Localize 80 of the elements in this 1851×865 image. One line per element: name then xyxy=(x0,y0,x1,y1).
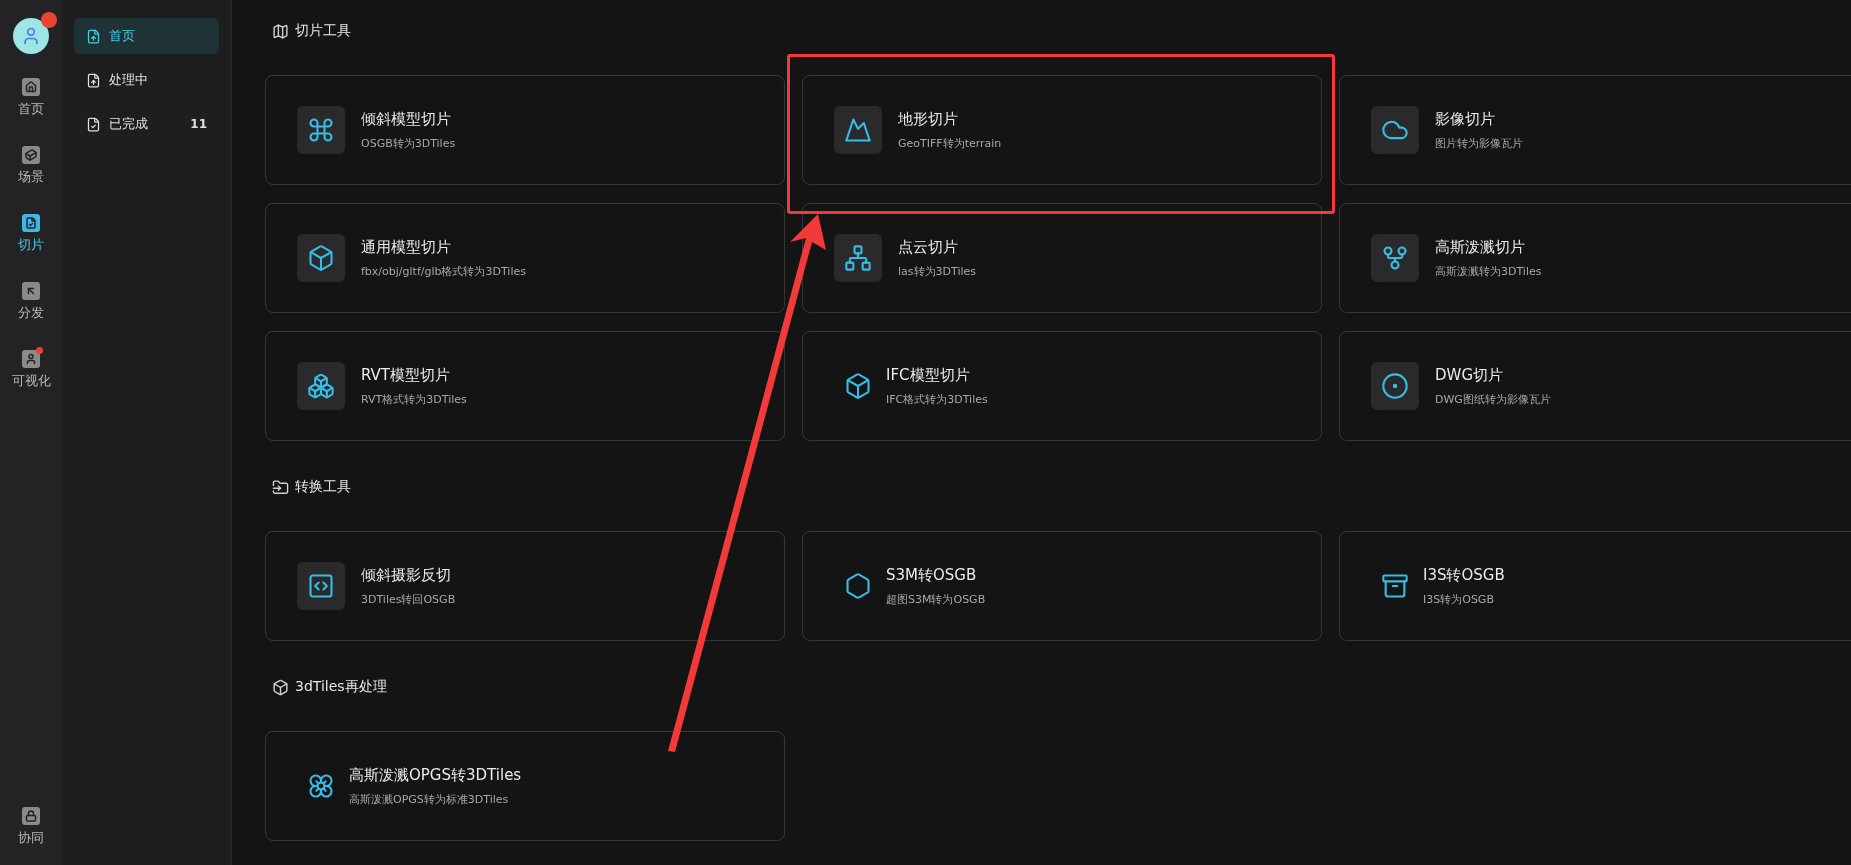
mountain-icon xyxy=(844,116,872,144)
card-title: 地形切片 xyxy=(898,109,959,129)
sidebar-label: 首页 xyxy=(109,27,135,45)
file-check-icon xyxy=(86,116,101,132)
count: 11 xyxy=(190,117,207,131)
card-subtitle: I3S转为OSGB xyxy=(1423,591,1495,607)
sidebar-item[interactable]: 首页 xyxy=(74,18,219,54)
boxes-icon xyxy=(307,372,335,400)
card-subtitle: IFC格式转为3DTiles xyxy=(886,391,988,407)
card-subtitle: RVT格式转为3DTiles xyxy=(361,391,467,407)
sidebar-item[interactable]: 已完成 11 xyxy=(74,106,219,142)
rail-item[interactable]: 首页 xyxy=(18,78,44,118)
card-subtitle: fbx/obj/gltf/glb格式转为3DTiles xyxy=(361,263,526,279)
card-title: 高斯泼溅切片 xyxy=(1435,237,1526,257)
lock-icon xyxy=(22,807,40,825)
archive-icon xyxy=(1381,572,1409,600)
card-subtitle: 高斯泼溅转为3DTiles xyxy=(1435,263,1542,279)
hexagon-icon xyxy=(844,572,872,600)
folder-icon xyxy=(272,478,289,496)
avatar[interactable] xyxy=(13,18,49,54)
tool-card[interactable]: 通用模型切片 fbx/obj/gltf/glb格式转为3DTiles xyxy=(265,203,785,313)
card-subtitle: las转为3DTiles xyxy=(898,263,976,279)
file-upload-icon xyxy=(86,72,101,88)
card-title: 通用模型切片 xyxy=(361,237,452,257)
cube-icon xyxy=(22,146,40,164)
tool-card[interactable]: DWG切片 DWG图纸转为影像瓦片 xyxy=(1339,331,1851,441)
network-icon xyxy=(844,244,872,272)
card-subtitle: 图片转为影像瓦片 xyxy=(1435,135,1523,151)
card-title: 倾斜模型切片 xyxy=(361,109,452,129)
tool-card[interactable]: 高斯泼溅切片 高斯泼溅转为3DTiles xyxy=(1339,203,1851,313)
card-subtitle: OSGB转为3DTiles xyxy=(361,135,456,151)
section-title: 转换工具 xyxy=(295,478,351,496)
command-icon xyxy=(307,116,335,144)
card-title: I3S转OSGB xyxy=(1423,565,1505,585)
file-check-icon xyxy=(22,214,40,232)
section-title: 3dTiles再处理 xyxy=(295,678,387,696)
card-title: S3M转OSGB xyxy=(886,565,978,585)
card-title: 影像切片 xyxy=(1435,109,1496,129)
rail-item[interactable]: 可视化 xyxy=(11,350,51,390)
card-title: DWG切片 xyxy=(1435,365,1504,385)
sidebar-item[interactable]: 处理中 xyxy=(74,62,219,98)
tool-card[interactable]: 倾斜模型切片 OSGB转为3DTiles xyxy=(265,75,785,185)
tool-card[interactable]: 影像切片 图片转为影像瓦片 xyxy=(1339,75,1851,185)
cube-icon xyxy=(307,244,335,272)
section-title: 切片工具 xyxy=(295,22,351,40)
tool-card[interactable]: S3M转OSGB 超图S3M转为OSGB xyxy=(802,531,1322,641)
card-title: 倾斜摄影反切 xyxy=(361,565,452,585)
tool-card[interactable]: 高斯泼溅OPGS转3DTiles 高斯泼溅OPGS转为标准3DTiles xyxy=(265,731,785,841)
cube-icon xyxy=(272,678,289,696)
card-subtitle: 高斯泼溅OPGS转为标准3DTiles xyxy=(349,791,510,807)
file-upload-icon xyxy=(86,28,101,44)
sidebar-label: 已完成 xyxy=(109,115,148,133)
rail-item[interactable]: 分发 xyxy=(18,282,44,322)
card-title: 点云切片 xyxy=(898,237,959,257)
tool-card[interactable]: I3S转OSGB I3S转为OSGB xyxy=(1339,531,1851,641)
cube-icon xyxy=(844,372,872,400)
card-title: IFC模型切片 xyxy=(886,365,971,385)
circle-dot-icon xyxy=(1381,372,1409,400)
message-badge xyxy=(41,12,57,28)
card-title: 高斯泼溅OPGS转3DTiles xyxy=(349,765,522,785)
tool-card[interactable]: 地形切片 GeoTIFF转为terrain xyxy=(802,75,1322,185)
network-icon xyxy=(1381,244,1409,272)
home-icon xyxy=(22,78,40,96)
flower-icon xyxy=(307,772,335,800)
card-subtitle: DWG图纸转为影像瓦片 xyxy=(1435,391,1551,407)
tool-card[interactable]: RVT模型切片 RVT格式转为3DTiles xyxy=(265,331,785,441)
rail-item[interactable]: 切片 xyxy=(18,214,44,254)
tool-card[interactable]: 点云切片 las转为3DTiles xyxy=(802,203,1322,313)
person-icon xyxy=(21,26,41,46)
map-icon xyxy=(272,22,289,40)
rail-item[interactable]: 场景 xyxy=(18,146,44,186)
card-subtitle: 3DTiles转回OSGB xyxy=(361,591,456,607)
rail-item[interactable]: 协同 xyxy=(18,807,44,847)
code-square-icon xyxy=(307,572,335,600)
tool-card[interactable]: 倾斜摄影反切 3DTiles转回OSGB xyxy=(265,531,785,641)
card-subtitle: 超图S3M转为OSGB xyxy=(886,591,986,607)
card-title: RVT模型切片 xyxy=(361,365,452,385)
card-subtitle: GeoTIFF转为terrain xyxy=(898,135,1002,151)
tool-card[interactable]: IFC模型切片 IFC格式转为3DTiles xyxy=(802,331,1322,441)
sidebar-label: 处理中 xyxy=(109,71,148,89)
